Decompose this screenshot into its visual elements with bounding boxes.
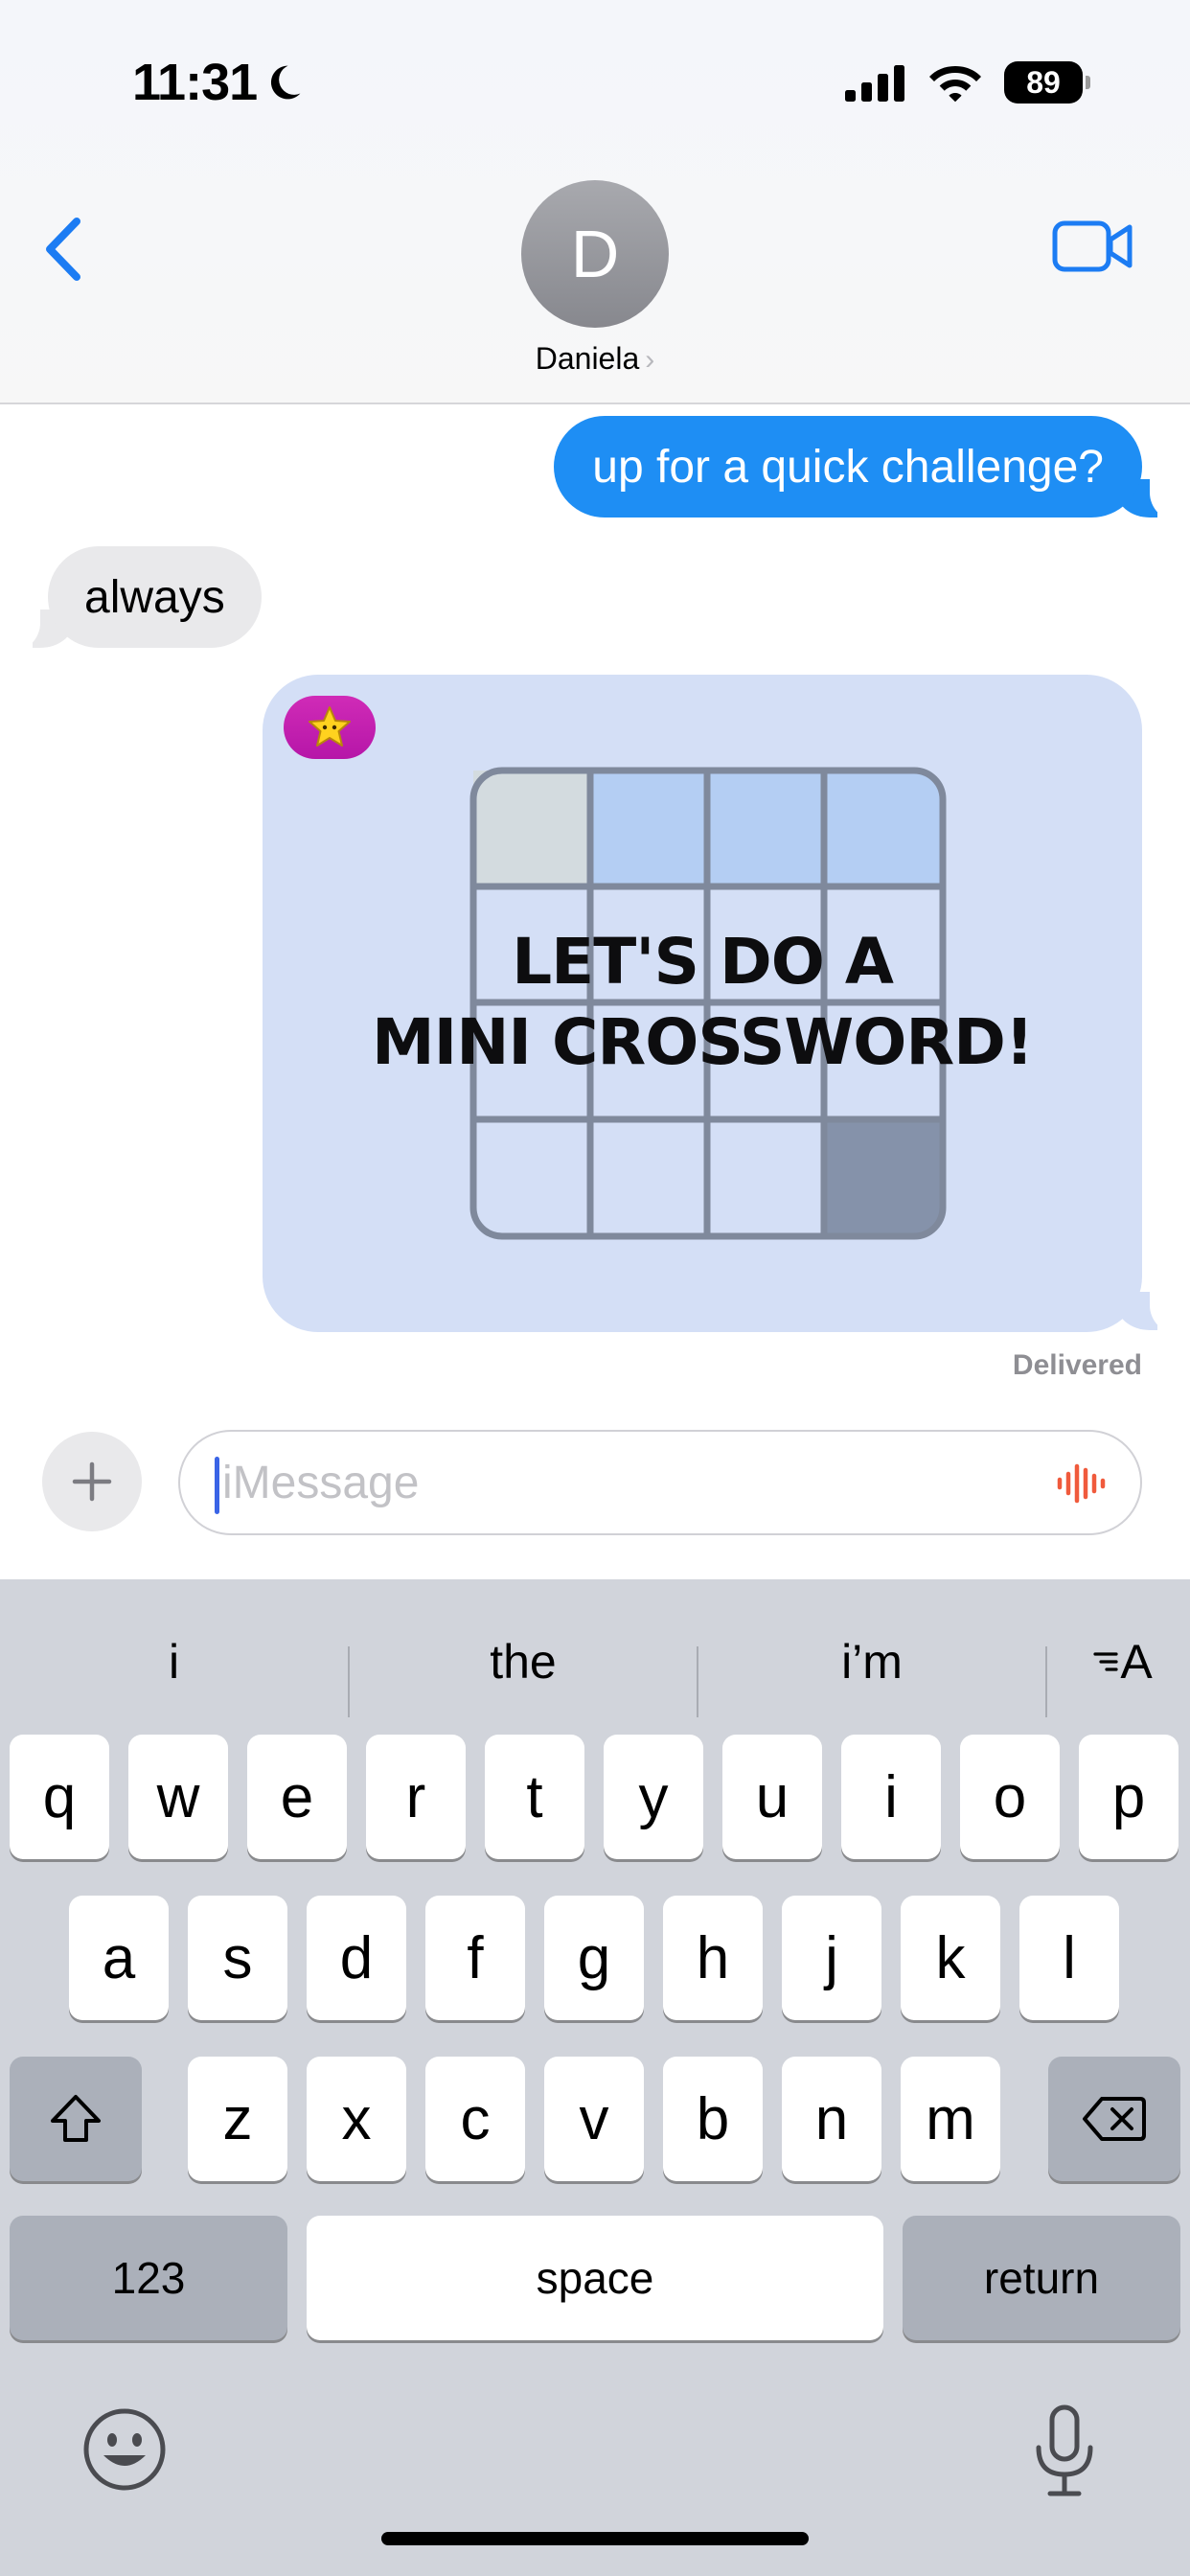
battery-nub [1086, 76, 1090, 89]
keyboard: i the i’m A q w e r t y u i o p a s d f [0, 1579, 1190, 2576]
text-format-icon [1093, 1652, 1118, 1671]
key-u[interactable]: u [722, 1735, 822, 1859]
text-format-label: A [1120, 1635, 1153, 1689]
key-i[interactable]: i [841, 1735, 941, 1859]
key-a[interactable]: a [69, 1896, 169, 2020]
emoji-icon [83, 2408, 166, 2491]
crossword-game-card[interactable]: LET'S DO A MINI CROSSWORD! [263, 675, 1142, 1332]
message-text: always [84, 571, 225, 623]
suggestion-divider [1045, 1646, 1047, 1717]
home-indicator[interactable] [381, 2532, 809, 2545]
key-j[interactable]: j [782, 1896, 881, 2020]
status-time-text: 11:31 [132, 54, 258, 111]
key-q[interactable]: q [10, 1735, 109, 1859]
key-v[interactable]: v [544, 2057, 644, 2181]
back-button[interactable] [42, 211, 100, 288]
key-o[interactable]: o [960, 1735, 1060, 1859]
text-caret [215, 1457, 219, 1514]
key-k[interactable]: k [901, 1896, 1000, 2020]
message-text: up for a quick challenge? [592, 441, 1104, 493]
chevron-left-icon [46, 218, 80, 281]
numbers-key[interactable]: 123 [10, 2216, 287, 2340]
key-x[interactable]: x [307, 2057, 406, 2181]
delete-icon [1083, 2097, 1146, 2141]
moon-icon [271, 65, 301, 100]
shift-key[interactable] [10, 2057, 142, 2181]
status-time: 11:31 [132, 50, 305, 115]
outgoing-message[interactable]: up for a quick challenge? [554, 416, 1142, 518]
key-s[interactable]: s [188, 1896, 287, 2020]
key-e[interactable]: e [247, 1735, 347, 1859]
key-d[interactable]: d [307, 1896, 406, 2020]
status-indicators: 89 [845, 56, 1090, 109]
key-m[interactable]: m [901, 2057, 1000, 2181]
message-input-placeholder: iMessage [222, 1457, 420, 1508]
title-line-2: MINI CROSSWORD! [371, 1005, 1034, 1079]
suggestion-2[interactable]: the [350, 1614, 697, 1710]
facetime-video-button[interactable] [1052, 213, 1138, 280]
plus-icon [72, 1461, 112, 1502]
key-n[interactable]: n [782, 2057, 881, 2181]
key-z[interactable]: z [188, 2057, 287, 2181]
predictive-bar: i the i’m A [0, 1614, 1190, 1717]
microphone-icon [1036, 2404, 1093, 2496]
emoji-button[interactable] [80, 2405, 169, 2494]
key-w[interactable]: w [128, 1735, 228, 1859]
contact-name-button[interactable]: Daniela › [0, 341, 1190, 377]
title-line-1: LET'S DO A [512, 925, 894, 999]
return-key[interactable]: return [903, 2216, 1180, 2340]
cellular-signal-icon [845, 65, 904, 102]
battery-level: 89 [1026, 64, 1061, 100]
waveform-icon[interactable] [1054, 1459, 1111, 1508]
key-p[interactable]: p [1079, 1735, 1179, 1859]
chevron-right-icon: › [645, 344, 655, 376]
messages-screen: 11:31 89 D Daniela › up for a quick chal… [0, 0, 1190, 2576]
key-l[interactable]: l [1019, 1896, 1119, 2020]
space-key[interactable]: space [307, 2216, 883, 2340]
key-f[interactable]: f [425, 1896, 525, 2020]
game-app-badge [284, 696, 376, 759]
dictation-button[interactable] [1031, 2404, 1098, 2499]
key-t[interactable]: t [485, 1735, 584, 1859]
text-format-button[interactable]: A [1074, 1614, 1170, 1710]
key-r[interactable]: r [366, 1735, 466, 1859]
shift-icon [51, 2095, 101, 2142]
key-y[interactable]: y [604, 1735, 703, 1859]
wifi-icon [929, 66, 981, 103]
conversation-header: 11:31 89 D Daniela › [0, 0, 1190, 404]
star-icon [309, 706, 351, 747]
key-g[interactable]: g [544, 1896, 644, 2020]
battery-indicator: 89 [1004, 61, 1090, 104]
key-c[interactable]: c [425, 2057, 525, 2181]
add-attachment-button[interactable] [42, 1432, 142, 1531]
contact-avatar[interactable]: D [521, 180, 669, 328]
message-input[interactable]: iMessage [178, 1430, 1142, 1535]
suggestion-3[interactable]: i’m [698, 1614, 1045, 1710]
game-card-title: LET'S DO A MINI CROSSWORD! [263, 922, 1142, 1083]
key-b[interactable]: b [663, 2057, 763, 2181]
video-camera-icon [1052, 220, 1133, 272]
suggestion-1[interactable]: i [0, 1614, 348, 1710]
delivery-status: Delivered [1012, 1349, 1142, 1381]
contact-name: Daniela [535, 341, 640, 376]
key-h[interactable]: h [663, 1896, 763, 2020]
delete-key[interactable] [1048, 2057, 1180, 2181]
avatar-initial: D [570, 217, 620, 291]
incoming-message[interactable]: always [48, 546, 262, 648]
